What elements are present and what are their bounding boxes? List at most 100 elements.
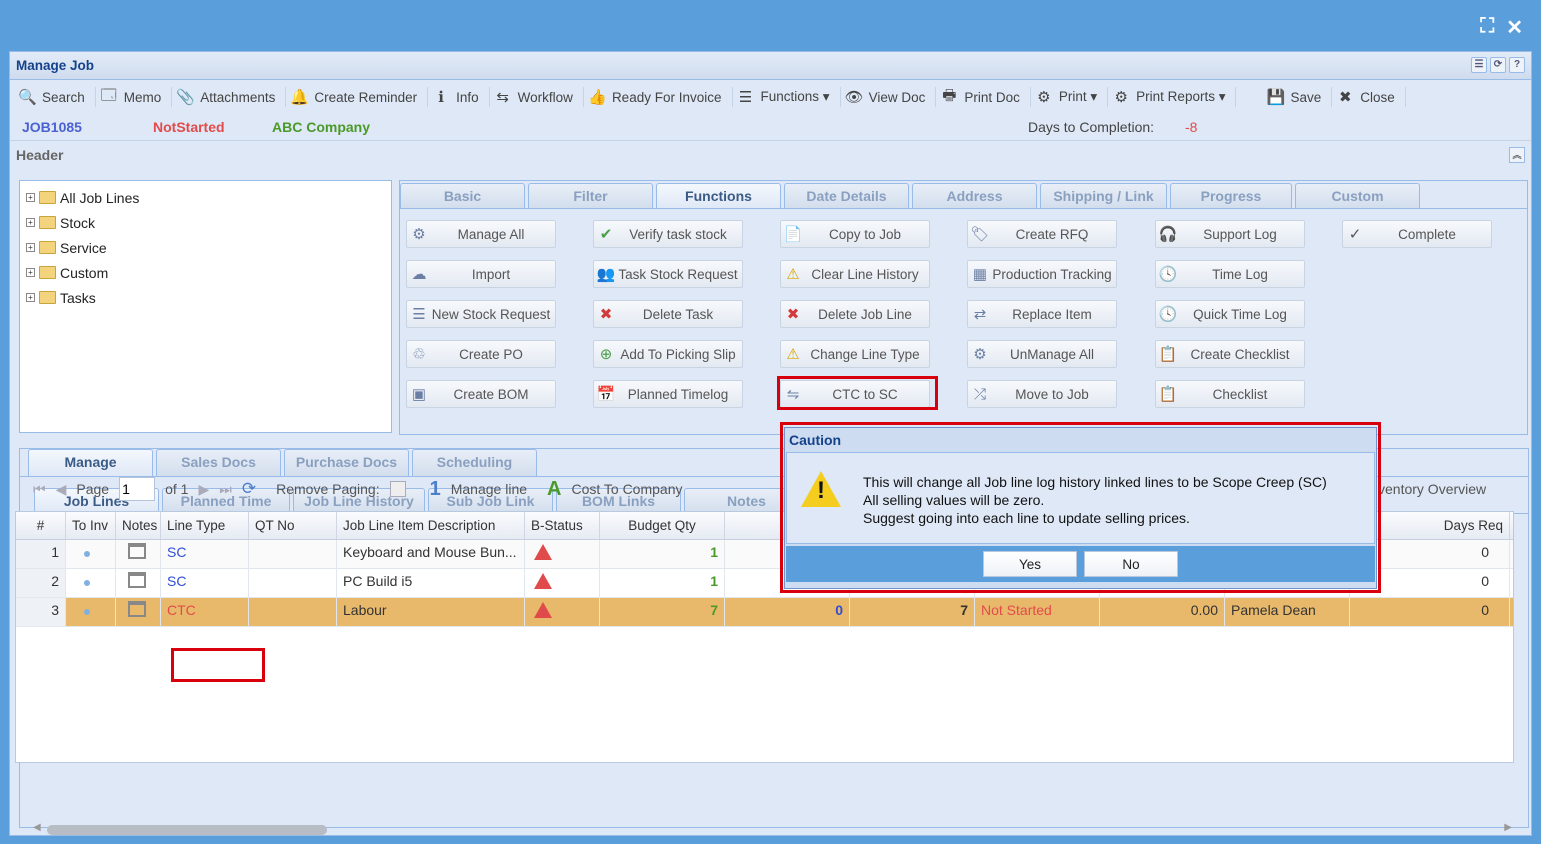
print-button[interactable]: ⚙ Print ▾ — [1031, 87, 1109, 107]
to-inv-cell — [66, 598, 116, 626]
next-page-icon[interactable]: ▶ — [198, 481, 209, 498]
delete-task-button[interactable]: ✖ Delete Task — [593, 300, 743, 328]
header-panel-title: Header ︽ — [10, 140, 1531, 168]
collapse-icon[interactable]: ︽ — [1509, 147, 1525, 163]
create-checklist-button[interactable]: 📋 Create Checklist — [1155, 340, 1305, 368]
create-bom-button[interactable]: ▣ Create BOM — [406, 380, 556, 408]
planned-timelog-button[interactable]: 📅 Planned Timelog — [593, 380, 743, 408]
no-button[interactable]: No — [1084, 551, 1178, 577]
time-log-button[interactable]: 🕓 Time Log — [1155, 260, 1305, 288]
column-header[interactable]: Notes — [116, 512, 161, 539]
column-header[interactable]: B-Status — [525, 512, 600, 539]
create-po-button[interactable]: ♲ Create PO — [406, 340, 556, 368]
tab-filter[interactable]: Filter — [528, 183, 653, 208]
horizontal-scrollbar[interactable]: ◀ ▶ — [15, 821, 1514, 837]
column-header[interactable]: Job Line Item Description — [337, 512, 525, 539]
list-icon[interactable]: ☰ — [1471, 57, 1487, 73]
close-window-icon[interactable]: ✕ — [1506, 15, 1523, 40]
add-circle-icon: ⊕ — [599, 346, 613, 363]
new-stock-request-button[interactable]: ☰ New Stock Request — [406, 300, 556, 328]
prev-page-icon[interactable]: ◀ — [56, 481, 67, 498]
production-tracking-button[interactable]: ▦ Production Tracking — [967, 260, 1117, 288]
info-button[interactable]: ℹ Info — [428, 87, 490, 107]
maximize-icon[interactable]: ⛶ — [1480, 15, 1494, 40]
ready-for-invoice-button[interactable]: 👍 Ready For Invoice — [584, 87, 733, 107]
checklist-button[interactable]: 📋 Checklist — [1155, 380, 1305, 408]
move-to-job-button[interactable]: ⤮ Move to Job — [967, 380, 1117, 408]
manage-line-label[interactable]: Manage line — [451, 481, 527, 497]
tree-item-stock[interactable]: + Stock — [20, 210, 391, 235]
search-button[interactable]: 🔍 Search — [14, 87, 96, 107]
scroll-right-icon[interactable]: ▶ — [1504, 822, 1512, 833]
create-rfq-button[interactable]: 🏷 Create RFQ — [967, 220, 1117, 248]
tree-item-tasks[interactable]: + Tasks — [20, 285, 391, 310]
add-to-picking-slip-button[interactable]: ⊕ Add To Picking Slip — [593, 340, 743, 368]
page-input[interactable] — [119, 477, 156, 501]
column-header[interactable]: QT No — [249, 512, 337, 539]
last-page-icon[interactable]: ⏭ — [219, 481, 232, 498]
print-reports-button[interactable]: ⚙ Print Reports ▾ — [1108, 87, 1237, 107]
inventory-overview-label[interactable]: ventory Overview — [1378, 481, 1486, 497]
tab-shipping-link[interactable]: Shipping / Link — [1040, 183, 1167, 208]
tab-basic[interactable]: Basic — [400, 183, 525, 208]
dialog-line-1: This will change all Job line log histor… — [863, 474, 1327, 490]
functions-button[interactable]: ☰ Functions ▾ — [733, 87, 841, 107]
delete-job-line-button[interactable]: ✖ Delete Job Line — [780, 300, 930, 328]
tab-functions[interactable]: Functions — [656, 183, 781, 208]
tree-item-service[interactable]: + Service — [20, 235, 391, 260]
task-stock-request-button[interactable]: 👥 Task Stock Request — [593, 260, 743, 288]
support-log-button[interactable]: 🎧 Support Log — [1155, 220, 1305, 248]
notes-icon[interactable] — [128, 543, 146, 559]
view-doc-button[interactable]: 👁 View Doc — [841, 87, 937, 107]
verify-task-stock-button[interactable]: ✔ Verify task stock — [593, 220, 743, 248]
tab-custom[interactable]: Custom — [1295, 183, 1420, 208]
tab-progress[interactable]: Progress — [1170, 183, 1292, 208]
scroll-thumb[interactable] — [47, 825, 327, 835]
copy-to-job-button[interactable]: 📄 Copy to Job — [780, 220, 930, 248]
column-header[interactable]: Budget Qty — [600, 512, 725, 539]
tab-address[interactable]: Address — [912, 183, 1037, 208]
create-reminder-button[interactable]: 🔔 Create Reminder — [286, 87, 429, 107]
notes-icon[interactable] — [128, 572, 146, 588]
attachments-button[interactable]: 📎 Attachments — [172, 87, 287, 107]
help-icon[interactable]: ? — [1509, 57, 1525, 73]
table-row[interactable]: 3 CTC Labour 7 0 7 Not Started 0.00 Pamela Dean 0 — [16, 598, 1513, 627]
tab-date-details[interactable]: Date Details — [784, 183, 909, 208]
unmanage-all-button[interactable]: ⚙ UnManage All — [967, 340, 1117, 368]
manage-line-icon[interactable]: 1 — [430, 478, 441, 501]
expand-icon[interactable]: + — [26, 268, 35, 277]
expand-icon[interactable]: + — [26, 293, 35, 302]
clear-line-history-button[interactable]: ⚠ Clear Line History — [780, 260, 930, 288]
first-page-icon[interactable]: ⏮ — [33, 481, 46, 498]
expand-icon[interactable]: + — [26, 193, 35, 202]
import-button[interactable]: ☁ Import — [406, 260, 556, 288]
save-icon: 💾 — [1266, 89, 1286, 106]
eye-icon: 👁 — [844, 89, 864, 106]
workflow-button[interactable]: ⇆ Workflow — [490, 87, 584, 107]
print-doc-button[interactable]: 🖶 Print Doc — [936, 87, 1031, 107]
remove-paging-checkbox[interactable] — [389, 481, 406, 497]
memo-button[interactable]: 🗔 Memo — [96, 87, 173, 107]
close-button[interactable]: ✖ Close — [1332, 87, 1406, 107]
cost-to-company-label[interactable]: Cost To Company — [571, 481, 682, 497]
replace-item-button[interactable]: ⇄ Replace Item — [967, 300, 1117, 328]
cost-to-company-icon[interactable]: A — [547, 478, 561, 501]
refresh-grid-icon[interactable]: ⟳ — [242, 479, 256, 499]
notes-icon[interactable] — [128, 601, 146, 617]
quick-time-log-button[interactable]: 🕓 Quick Time Log — [1155, 300, 1305, 328]
expand-icon[interactable]: + — [26, 218, 35, 227]
refresh-icon[interactable]: ⟳ — [1490, 57, 1506, 73]
scroll-left-icon[interactable]: ◀ — [33, 822, 41, 833]
change-line-type-button[interactable]: ⚠ Change Line Type — [780, 340, 930, 368]
tree-item-all-job-lines[interactable]: + All Job Lines — [20, 185, 391, 210]
description-cell: Labour — [337, 598, 525, 626]
save-button[interactable]: 💾 Save — [1262, 87, 1333, 107]
column-header[interactable]: Line Type — [161, 512, 249, 539]
complete-button[interactable]: ✓ Complete — [1342, 220, 1492, 248]
manage-all-button[interactable]: ⚙ Manage All — [406, 220, 556, 248]
expand-icon[interactable]: + — [26, 243, 35, 252]
yes-button[interactable]: Yes — [983, 551, 1077, 577]
column-header[interactable]: To Inv — [66, 512, 116, 539]
tree-item-custom[interactable]: + Custom — [20, 260, 391, 285]
column-header[interactable]: # — [16, 512, 66, 539]
